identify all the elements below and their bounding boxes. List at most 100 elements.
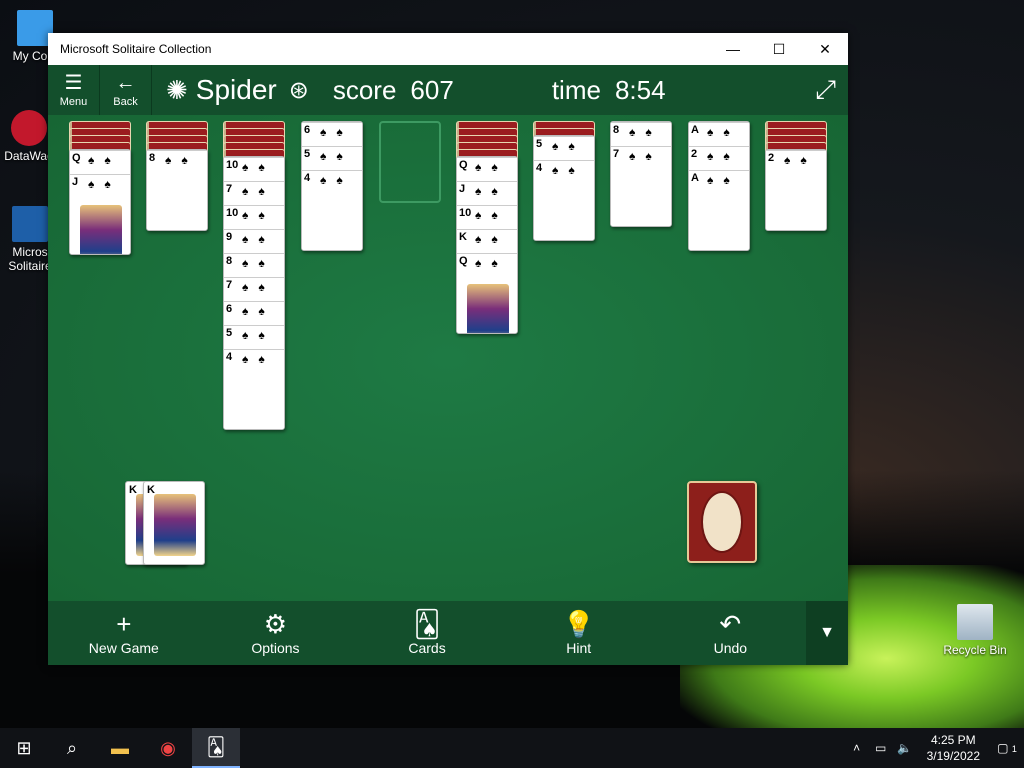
card-rank: 6 [226, 303, 233, 315]
playing-card[interactable]: K ♠♠ [457, 229, 517, 253]
close-button[interactable]: ✕ [802, 33, 848, 65]
card-rank: K [459, 231, 467, 243]
playing-card[interactable]: 4 ♠♠ [534, 160, 594, 240]
playing-card[interactable]: 8 ♠♠ [611, 122, 671, 146]
tableau-column-9[interactable]: A ♠♠ 2 ♠♠ A ♠♠ [688, 121, 750, 251]
playing-card[interactable]: 2 ♠♠ [766, 150, 826, 230]
playing-card[interactable]: Q ♠♠ [457, 157, 517, 181]
spade-icon: ♠♠ [552, 139, 585, 153]
undo-label: Undo [713, 640, 748, 656]
playing-card[interactable]: 8 ♠♠ [147, 150, 207, 230]
search-button[interactable]: ⌕ [48, 728, 96, 768]
desktop-icon-recycle-bin[interactable]: Recycle Bin [940, 604, 1010, 657]
playing-card[interactable]: 8 ♠♠ [224, 253, 284, 277]
file-explorer-button[interactable]: ▬ [96, 728, 144, 768]
clock[interactable]: 4:25 PM 3/19/2022 [917, 732, 990, 764]
bottom-toolbar: + New Game ⚙ Options 🂡 Cards 💡 Hint ↶ Un… [48, 601, 849, 665]
maximize-button[interactable]: ☐ [756, 33, 802, 65]
cards-button[interactable]: 🂡 Cards [351, 601, 503, 665]
playing-card[interactable]: Q ♠♠ [70, 150, 130, 174]
xbox-achievement-icon[interactable]: ⊛ [289, 76, 309, 105]
tableau-column-3[interactable]: 10 ♠♠ 7 ♠♠ 10 ♠♠ 9 ♠♠ 8 ♠♠ 7 ♠♠ 6 ♠♠ 5 ♠♠ 4 ♠♠ [223, 156, 285, 430]
playing-card[interactable]: 7 ♠♠ [224, 277, 284, 301]
back-arrow-icon: ← [115, 71, 136, 94]
undo-button[interactable]: ↶ Undo [655, 601, 807, 665]
minimize-button[interactable]: — [710, 33, 756, 65]
empty-tableau-slot[interactable] [379, 121, 441, 203]
tableau-column-8[interactable]: 8 ♠♠ 7 ♠♠ [610, 121, 672, 227]
playing-card[interactable]: 5 ♠♠ [302, 146, 362, 170]
solitaire-app-icon [12, 206, 48, 242]
playing-card[interactable]: 10 ♠♠ [224, 205, 284, 229]
chevron-up-icon[interactable]: ˄ [845, 741, 869, 755]
card-rank: 7 [226, 183, 233, 195]
tableau-column-4[interactable]: 6 ♠♠ 5 ♠♠ 4 ♠♠ [301, 121, 363, 251]
time-value: 8:54 [614, 74, 666, 105]
spade-icon: ♠♠ [242, 208, 275, 222]
new-game-button[interactable]: + New Game [48, 601, 200, 665]
playing-card[interactable]: J ♠♠ [70, 174, 130, 254]
card-rank: 8 [613, 124, 620, 136]
solitaire-taskbar-button[interactable]: 🂡 [192, 728, 240, 768]
network-icon[interactable]: ▭ [869, 741, 893, 755]
court-card-figure [467, 284, 509, 333]
options-label: Options [251, 640, 300, 656]
spade-icon: ♠♠ [242, 328, 275, 342]
card-rank: 5 [304, 148, 311, 160]
expand-toolbar-button[interactable]: ▼ [806, 601, 849, 665]
options-button[interactable]: ⚙ Options [200, 601, 352, 665]
playing-card[interactable]: J ♠♠ [457, 181, 517, 205]
playing-card[interactable]: 7 ♠♠ [224, 181, 284, 205]
spade-icon: ♠♠ [707, 149, 740, 163]
tableau-column-10[interactable]: 2 ♠♠ [765, 149, 827, 231]
playing-card[interactable]: 10 ♠♠ [224, 157, 284, 181]
stock-pile[interactable] [687, 481, 757, 563]
playing-card[interactable]: 4 ♠♠ [224, 349, 284, 429]
spade-icon: ♠♠ [165, 153, 198, 167]
playing-card[interactable]: 5 ♠♠ [534, 136, 594, 160]
spade-icon: ♠♠ [707, 173, 740, 187]
playing-card[interactable]: 7 ♠♠ [611, 146, 671, 226]
spade-icon: ♠♠ [88, 177, 121, 191]
playing-card[interactable]: 2 ♠♠ [689, 146, 749, 170]
menu-button[interactable]: ☰ Menu [48, 65, 100, 115]
tableau-column-7[interactable]: 5 ♠♠ 4 ♠♠ [533, 135, 595, 241]
new-game-label: New Game [88, 640, 159, 656]
folder-icon: ▬ [111, 737, 129, 758]
time-label: time [551, 74, 601, 105]
card-rank: A [691, 124, 699, 136]
card-rank: 7 [226, 279, 233, 291]
playing-card[interactable]: 4 ♠♠ [302, 170, 362, 250]
playing-card[interactable]: 10 ♠♠ [457, 205, 517, 229]
back-button[interactable]: ← Back [100, 65, 152, 115]
tableau-column-2[interactable]: 8 ♠♠ [146, 149, 208, 231]
start-button[interactable]: ⊞ [0, 728, 48, 768]
playing-card[interactable]: 9 ♠♠ [224, 229, 284, 253]
tableau-column-1[interactable]: Q ♠♠ J ♠♠ [69, 149, 131, 255]
tableau-column-6[interactable]: Q ♠♠ J ♠♠ 10 ♠♠ K ♠♠ Q ♠♠ [456, 156, 518, 334]
hint-button[interactable]: 💡 Hint [503, 601, 655, 665]
notification-icon: ▢ [997, 741, 1009, 755]
fullscreen-icon[interactable]: ⤢ [815, 74, 836, 106]
playing-card[interactable]: A ♠♠ [689, 170, 749, 250]
playing-card[interactable]: Q ♠♠ [457, 253, 517, 333]
gear-icon: ⚙ [263, 609, 288, 639]
menu-label: Menu [59, 95, 88, 108]
playing-card[interactable]: 5 ♠♠ [224, 325, 284, 349]
clock-date: 3/19/2022 [926, 749, 980, 763]
game-board: Q ♠♠ J ♠♠ 8 ♠♠ 10 ♠♠ 7 ♠♠ 10 ♠♠ 9 ♠♠ 8 ♠♠ 7 ♠♠ 6 ♠♠ 5 ♠♠ 4 ♠♠ 6 ♠… [48, 115, 848, 601]
playing-card[interactable]: 6 ♠♠ [224, 301, 284, 325]
spade-icon: ♠♠ [320, 173, 353, 187]
playing-card[interactable]: A ♠♠ [689, 122, 749, 146]
window-titlebar[interactable]: Microsoft Solitaire Collection — ☐ ✕ [48, 33, 848, 65]
spade-icon: ♠♠ [242, 160, 275, 174]
card-rank: 5 [226, 327, 233, 339]
card-back-emblem-icon [701, 491, 743, 553]
chrome-button[interactable]: ◉ [144, 728, 192, 768]
hamburger-icon: ☰ [64, 71, 83, 94]
playing-card[interactable]: 6 ♠♠ [302, 122, 362, 146]
notification-button[interactable]: ▢ 1 [990, 741, 1024, 755]
card-rank: Q [459, 255, 468, 267]
clock-time: 4:25 PM [930, 733, 976, 747]
volume-icon[interactable]: 🔈 [893, 741, 917, 755]
